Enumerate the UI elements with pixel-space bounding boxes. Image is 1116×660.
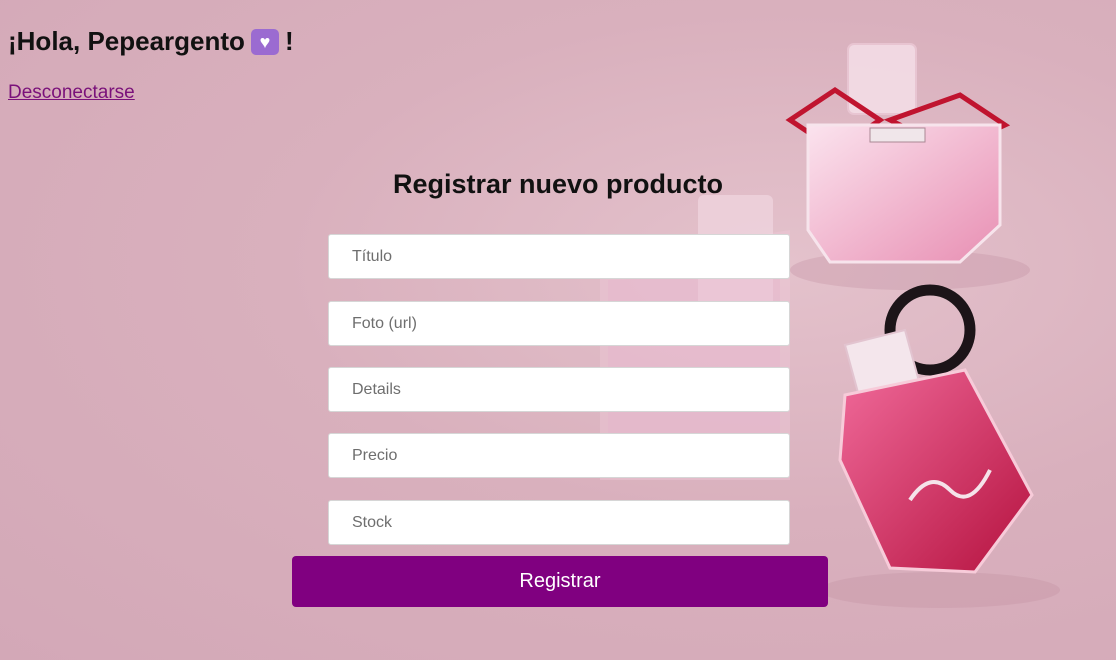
stock-input[interactable]: [328, 500, 790, 545]
logout-link[interactable]: Desconectarse: [8, 82, 135, 104]
price-input[interactable]: [328, 433, 790, 478]
photo-url-input[interactable]: [328, 301, 790, 346]
greeting-exclamation: !: [284, 26, 294, 56]
heart-icon: ♥: [250, 28, 279, 55]
register-button[interactable]: Registrar: [292, 556, 828, 607]
title-input[interactable]: [328, 234, 790, 279]
form-title: Registrar nuevo producto: [392, 169, 724, 199]
greeting-heading: ¡Hola, Pepeargento ♥ !: [8, 26, 294, 57]
greeting-text: ¡Hola, Pepeargento: [8, 26, 245, 56]
details-input[interactable]: [328, 367, 790, 412]
